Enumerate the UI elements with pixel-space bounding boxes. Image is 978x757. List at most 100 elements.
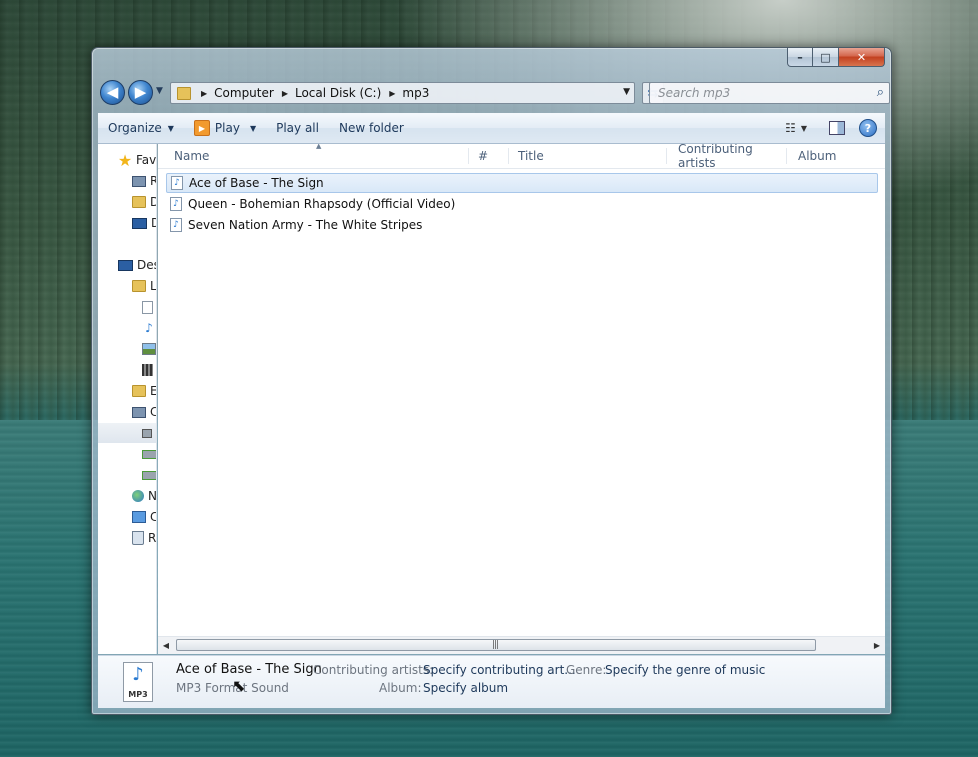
- search-input[interactable]: Search mp3 ⌕: [649, 82, 890, 104]
- sidebar-item-control-panel[interactable]: C: [132, 507, 156, 527]
- column-header-name[interactable]: Name: [168, 144, 468, 168]
- sidebar-item-pictures[interactable]: [142, 339, 156, 359]
- breadcrumb-separator[interactable]: ▶: [389, 89, 395, 98]
- organize-button[interactable]: Organize ▼: [98, 113, 184, 143]
- recent-places-icon: [132, 175, 146, 187]
- recent-pages-dropdown[interactable]: ▼: [156, 86, 163, 96]
- mp3-file-icon: ♪: [171, 176, 183, 190]
- breadcrumb-mp3[interactable]: mp3: [402, 86, 429, 100]
- file-row[interactable]: ♪ Ace of Base - The Sign: [166, 173, 878, 193]
- sidebar-item-label: R: [148, 531, 157, 545]
- address-bar[interactable]: ▶ Computer ▶ Local Disk (C:) ▶ mp3 ▼: [170, 82, 635, 104]
- forward-button[interactable]: ▶: [128, 80, 153, 105]
- address-history-dropdown[interactable]: ▼: [623, 87, 630, 97]
- maximize-button[interactable]: □: [813, 48, 839, 67]
- network-drive-icon: [142, 449, 156, 459]
- sidebar-item-desktop-favorite[interactable]: D: [132, 213, 156, 233]
- organize-label: Organize: [108, 121, 162, 135]
- sidebar-item-desktop[interactable]: Des: [118, 255, 156, 275]
- play-button[interactable]: ▶ Play ▼: [184, 113, 266, 143]
- contributing-artists-field[interactable]: Specify contributing art...: [423, 663, 576, 677]
- breadcrumb-local-disk[interactable]: Local Disk (C:): [295, 86, 381, 100]
- sidebar-item-network-drive-1[interactable]: [142, 444, 156, 464]
- navigation-pane: ★ Fav R D D Des L ♪: [98, 144, 157, 654]
- play-all-button[interactable]: Play all: [266, 113, 329, 143]
- sidebar-item-documents[interactable]: [142, 297, 156, 317]
- sidebar-item-music[interactable]: ♪: [142, 318, 156, 338]
- videos-icon: [142, 364, 153, 376]
- horizontal-scrollbar[interactable]: ◀ ||| ▶: [158, 636, 885, 654]
- local-disk-icon: [142, 428, 152, 438]
- star-icon: ★: [117, 150, 133, 170]
- back-button[interactable]: ◀: [100, 80, 125, 105]
- new-folder-button[interactable]: New folder: [329, 113, 414, 143]
- sidebar-item-user-folder[interactable]: E: [132, 381, 157, 401]
- breadcrumb-separator[interactable]: ▶: [201, 89, 207, 98]
- search-placeholder: Search mp3: [658, 86, 731, 100]
- scrollbar-thumb[interactable]: |||: [176, 639, 816, 651]
- recycle-bin-icon: [132, 531, 144, 545]
- column-header-contributing-artists[interactable]: Contributing artists: [672, 144, 790, 170]
- sidebar-item-videos[interactable]: [142, 360, 156, 380]
- help-icon[interactable]: ?: [859, 119, 877, 137]
- change-view-icon[interactable]: ☷: [785, 121, 796, 135]
- computer-icon: [132, 406, 146, 418]
- sidebar-item-libraries[interactable]: L: [132, 276, 157, 296]
- sidebar-item-recycle-bin[interactable]: R: [132, 528, 156, 548]
- search-icon[interactable]: ⌕: [877, 85, 884, 100]
- sidebar-item-downloads[interactable]: D: [132, 192, 156, 212]
- genre-field[interactable]: Specify the genre of music: [605, 663, 765, 677]
- minimize-button[interactable]: –: [787, 48, 813, 67]
- sidebar-item-label: Des: [137, 258, 156, 272]
- sidebar-item-label: N: [148, 489, 157, 503]
- libraries-icon: [132, 280, 146, 292]
- sidebar-item-computer[interactable]: C: [132, 402, 156, 422]
- sidebar-item-label: C: [150, 510, 156, 524]
- close-button[interactable]: ✕: [839, 48, 885, 67]
- column-header-number[interactable]: #: [472, 144, 510, 168]
- column-header-label: Album: [798, 149, 837, 163]
- breadcrumb-computer[interactable]: Computer: [214, 86, 274, 100]
- sidebar-item-network[interactable]: N: [132, 486, 157, 506]
- explorer-window: – □ ✕ ◀ ▶ ▼ ▶ Computer ▶ Local Disk (C:)…: [91, 47, 892, 715]
- file-row[interactable]: ♪ Seven Nation Army - The White Stripes: [166, 215, 878, 235]
- network-drive-icon: [142, 470, 156, 480]
- column-header-label: Contributing artists: [678, 144, 753, 170]
- column-header-label: #: [478, 149, 489, 163]
- scroll-right-button[interactable]: ▶: [869, 637, 885, 654]
- desktop-icon: [132, 217, 147, 229]
- column-header-title[interactable]: Title: [512, 144, 667, 168]
- column-divider[interactable]: [508, 148, 509, 164]
- chevron-down-icon[interactable]: ▼: [801, 124, 807, 133]
- sidebar-item-label: D: [151, 216, 156, 230]
- mp3-icon-label: MP3: [128, 690, 148, 699]
- file-name: Ace of Base - The Sign: [189, 176, 324, 190]
- sidebar-item-label: Fav: [136, 153, 157, 167]
- scroll-left-button[interactable]: ◀: [158, 637, 174, 654]
- album-field[interactable]: Specify album: [423, 681, 508, 695]
- column-header-label: Name: [174, 149, 210, 163]
- mp3-file-icon: ♪: [170, 197, 182, 211]
- sidebar-item-network-drive-2[interactable]: [142, 465, 156, 485]
- navigation-bar: ◀ ▶ ▼ ▶ Computer ▶ Local Disk (C:) ▶ mp3…: [100, 78, 890, 108]
- mp3-file-large-icon: ♪ MP3: [123, 662, 153, 702]
- sidebar-item-recent-places[interactable]: R: [132, 171, 156, 191]
- file-row[interactable]: ♪ Queen - Bohemian Rhapsody (Official Vi…: [166, 194, 878, 214]
- sidebar-item-label: R: [150, 174, 156, 188]
- column-divider[interactable]: [786, 148, 787, 164]
- column-header-label: Title: [518, 149, 544, 163]
- sidebar-item-label: L: [150, 279, 157, 293]
- column-divider[interactable]: [666, 148, 667, 164]
- command-toolbar: Organize ▼ ▶ Play ▼ Play all New folder …: [98, 113, 885, 144]
- sidebar-item-local-disk[interactable]: [98, 423, 156, 443]
- column-header-album[interactable]: Album: [792, 144, 882, 168]
- contributing-artists-label: Contributing artists:: [313, 663, 434, 677]
- sidebar-item-favorites[interactable]: ★ Fav: [118, 150, 156, 170]
- breadcrumb-separator[interactable]: ▶: [282, 89, 288, 98]
- sidebar-item-label: E: [150, 384, 157, 398]
- preview-pane-icon[interactable]: [829, 121, 845, 135]
- file-name: Queen - Bohemian Rhapsody (Official Vide…: [188, 197, 456, 211]
- new-folder-label: New folder: [338, 121, 404, 135]
- downloads-folder-icon: [132, 196, 146, 208]
- column-divider[interactable]: [468, 148, 469, 164]
